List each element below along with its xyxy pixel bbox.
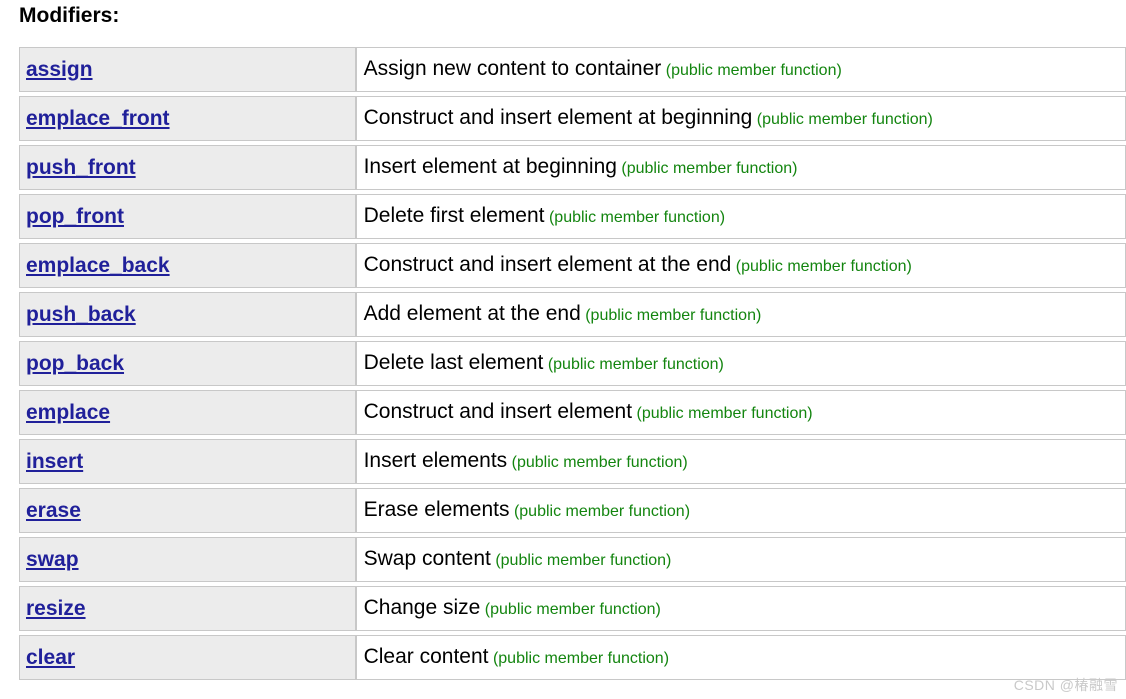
- table-row: emplace Construct and insert element (pu…: [19, 390, 1126, 435]
- member-name-cell: insert: [19, 439, 356, 484]
- member-description-text: Add element at the end: [363, 301, 581, 325]
- member-link-insert[interactable]: insert: [26, 450, 83, 474]
- member-description-text: Assign new content to container: [363, 56, 662, 80]
- table-row: swap Swap content (public member functio…: [19, 537, 1126, 582]
- table-row: emplace_back Construct and insert elemen…: [19, 243, 1126, 288]
- member-description-cell: Swap content (public member function): [355, 537, 1126, 582]
- member-link-clear[interactable]: clear: [26, 646, 75, 670]
- member-link-pop-back[interactable]: pop_back: [26, 352, 124, 376]
- member-kind-text: (public member function): [513, 502, 691, 520]
- member-description-cell: Assign new content to container (public …: [355, 47, 1126, 92]
- member-description-text: Construct and insert element: [363, 399, 633, 423]
- member-link-erase[interactable]: erase: [26, 499, 81, 523]
- member-link-pop-front[interactable]: pop_front: [26, 205, 124, 229]
- table-body: assign Assign new content to container (…: [19, 47, 1126, 680]
- member-kind-text: (public member function): [547, 355, 724, 373]
- member-name-cell: push_front: [19, 145, 356, 190]
- member-name-cell: emplace_front: [19, 96, 356, 141]
- member-kind-text: (public member function): [511, 453, 688, 471]
- member-description-cell: Erase elements (public member function): [355, 488, 1126, 533]
- member-name-cell: assign: [19, 47, 356, 92]
- member-description-text: Swap content: [363, 546, 491, 570]
- member-description-text: Delete last element: [363, 350, 544, 374]
- member-kind-text: (public member function): [492, 649, 670, 667]
- member-link-push-front[interactable]: push_front: [26, 156, 136, 180]
- member-description-text: Construct and insert element at beginnin…: [363, 105, 753, 129]
- member-description-cell: Delete last element (public member funct…: [355, 341, 1126, 386]
- member-kind-text: (public member function): [585, 306, 762, 324]
- member-kind-text: (public member function): [735, 257, 912, 275]
- table-row: pop_back Delete last element (public mem…: [19, 341, 1126, 386]
- member-link-emplace-back[interactable]: emplace_back: [26, 254, 170, 278]
- member-link-swap[interactable]: swap: [26, 548, 79, 572]
- member-link-push-back[interactable]: push_back: [26, 303, 136, 327]
- member-description-text: Delete first element: [363, 203, 545, 227]
- modifiers-member-table: assign Assign new content to container (…: [19, 43, 1126, 684]
- table-row: erase Erase elements (public member func…: [19, 488, 1126, 533]
- table-row: pop_front Delete first element (public m…: [19, 194, 1126, 239]
- member-name-cell: emplace_back: [19, 243, 356, 288]
- member-description-cell: Insert element at beginning (public memb…: [355, 145, 1126, 190]
- table-row: push_front Insert element at beginning (…: [19, 145, 1126, 190]
- member-name-cell: pop_back: [19, 341, 356, 386]
- member-description-text: Insert elements: [363, 448, 508, 472]
- member-description-text: Change size: [363, 595, 481, 619]
- member-description-cell: Insert elements (public member function): [355, 439, 1126, 484]
- member-description-cell: Construct and insert element (public mem…: [355, 390, 1126, 435]
- table-row: emplace_front Construct and insert eleme…: [19, 96, 1126, 141]
- member-name-cell: resize: [19, 586, 356, 631]
- member-description-cell: Clear content (public member function): [355, 635, 1126, 680]
- page-title: Modifiers:: [19, 4, 120, 27]
- member-link-resize[interactable]: resize: [26, 597, 86, 621]
- member-kind-text: (public member function): [495, 551, 672, 569]
- member-name-cell: emplace: [19, 390, 356, 435]
- member-kind-text: (public member function): [756, 110, 933, 128]
- member-kind-text: (public member function): [636, 404, 813, 422]
- member-link-emplace-front[interactable]: emplace_front: [26, 107, 170, 131]
- member-name-cell: swap: [19, 537, 356, 582]
- member-description-text: Erase elements: [363, 497, 510, 521]
- member-description-cell: Change size (public member function): [355, 586, 1126, 631]
- member-kind-text: (public member function): [548, 208, 726, 226]
- table-row: insert Insert elements (public member fu…: [19, 439, 1126, 484]
- table-row: clear Clear content (public member funct…: [19, 635, 1126, 680]
- member-kind-text: (public member function): [621, 159, 798, 177]
- member-link-assign[interactable]: assign: [26, 58, 93, 82]
- member-description-cell: Add element at the end (public member fu…: [355, 292, 1126, 337]
- member-description-cell: Construct and insert element at beginnin…: [355, 96, 1126, 141]
- member-description-text: Insert element at beginning: [363, 154, 617, 178]
- member-description-text: Construct and insert element at the end: [363, 252, 732, 276]
- csdn-watermark: CSDN @椿融雪: [1013, 677, 1118, 693]
- member-description-text: Clear content: [363, 644, 489, 668]
- member-name-cell: push_back: [19, 292, 356, 337]
- member-link-emplace[interactable]: emplace: [26, 401, 110, 425]
- member-name-cell: erase: [19, 488, 356, 533]
- member-name-cell: pop_front: [19, 194, 356, 239]
- table-row: resize Change size (public member functi…: [19, 586, 1126, 631]
- table-row: push_back Add element at the end (public…: [19, 292, 1126, 337]
- table-row: assign Assign new content to container (…: [19, 47, 1126, 92]
- member-kind-text: (public member function): [665, 61, 842, 79]
- member-name-cell: clear: [19, 635, 356, 680]
- member-description-cell: Construct and insert element at the end …: [355, 243, 1126, 288]
- member-kind-text: (public member function): [484, 600, 661, 618]
- member-description-cell: Delete first element (public member func…: [355, 194, 1126, 239]
